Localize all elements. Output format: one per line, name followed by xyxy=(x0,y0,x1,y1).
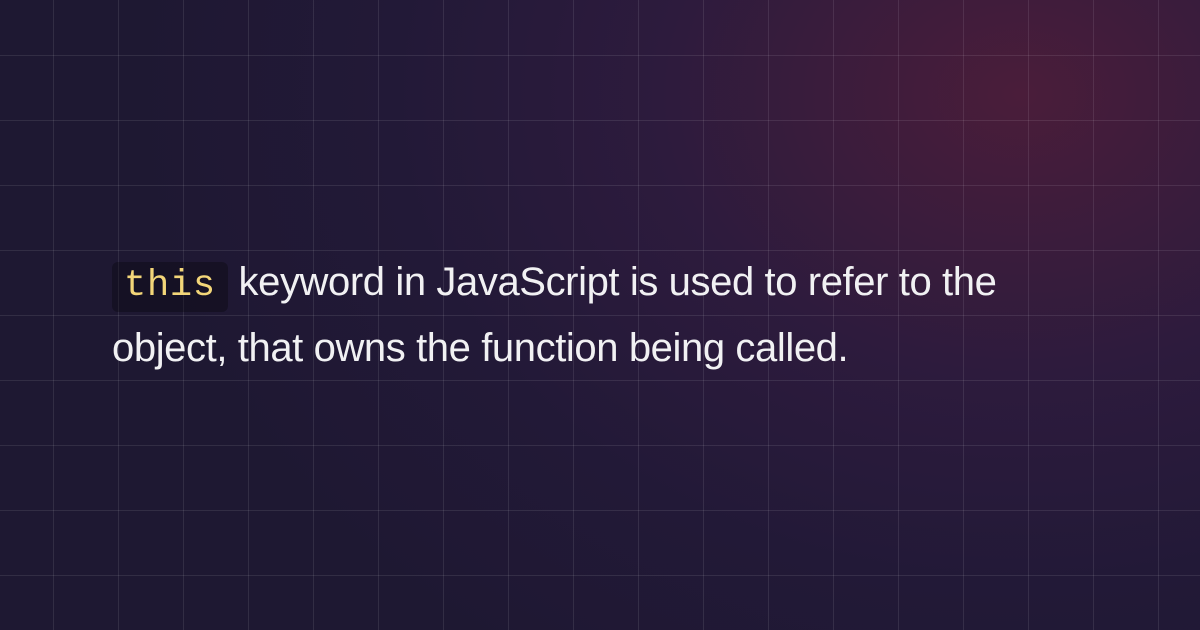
description-text: this keyword in JavaScript is used to re… xyxy=(112,250,1088,380)
content-container: this keyword in JavaScript is used to re… xyxy=(0,0,1200,630)
code-keyword: this xyxy=(112,262,228,312)
description-rest: keyword in JavaScript is used to refer t… xyxy=(112,260,996,370)
